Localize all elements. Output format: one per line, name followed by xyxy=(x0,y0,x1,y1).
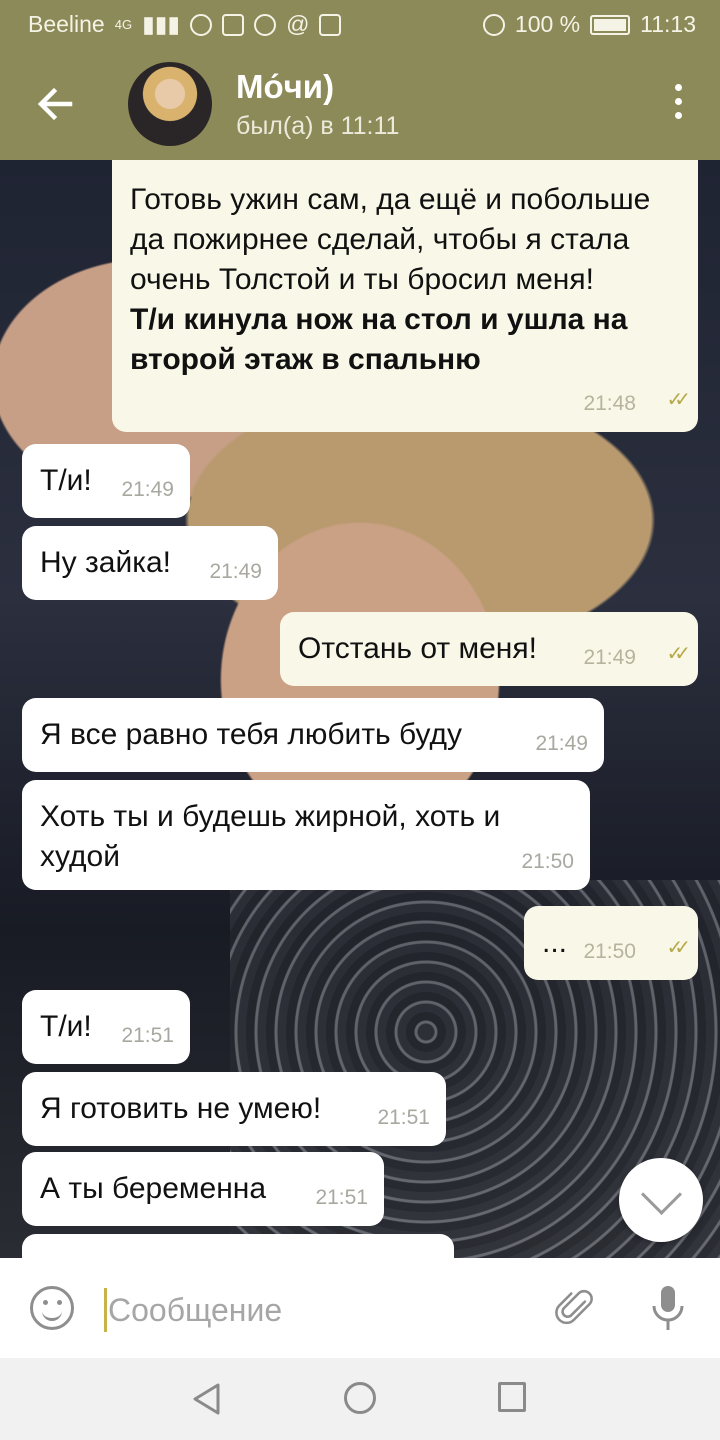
chat-header: Мо́чи) был(а) в 11:11 xyxy=(0,48,720,160)
message-in-partial[interactable] xyxy=(22,1234,454,1258)
message-input[interactable] xyxy=(108,1286,528,1334)
battery-icon xyxy=(590,14,631,35)
read-check-icon: ✓✓ xyxy=(666,643,690,665)
read-check-icon: ✓✓ xyxy=(666,937,690,959)
back-arrow-svg xyxy=(37,87,73,121)
text-cursor xyxy=(104,1288,107,1332)
alarm-icon xyxy=(482,13,505,36)
battery-percent: 100 % xyxy=(514,11,581,37)
last-seen: был(а) в 11:11 xyxy=(236,112,400,140)
chat-area[interactable]: Готовь ужин сам, да ещё и побольше да по… xyxy=(0,160,720,1258)
message-in[interactable]: Я готовить не умею! 21:51 xyxy=(22,1072,446,1146)
message-in[interactable]: Хоть ты и будешь жирной, хоть и худой 21… xyxy=(22,780,590,890)
message-bold-text: Т/и кинула нож на стол и ушла на второй … xyxy=(130,303,628,376)
message-in[interactable]: Я все равно тебя любить буду 21:49 xyxy=(22,698,604,772)
scroll-down-button[interactable] xyxy=(619,1158,703,1242)
nav-back-icon[interactable] xyxy=(190,1382,224,1416)
more-vertical-icon[interactable] xyxy=(666,84,690,128)
message-text: Хоть ты и будешь жирной, хоть и худой xyxy=(40,800,501,873)
message-out[interactable]: Готовь ужин сам, да ещё и побольше да по… xyxy=(112,160,698,432)
message-in[interactable]: Ну зайка! 21:49 xyxy=(22,526,278,600)
message-time: 21:49 xyxy=(209,560,262,583)
status-left: Beeline 4G ▮▮▮ @ xyxy=(28,11,342,38)
status-right: 100 % 11:13 xyxy=(482,11,696,38)
system-nav-bar xyxy=(0,1358,720,1440)
umbrella-icon xyxy=(254,13,277,36)
arrow-left-icon[interactable] xyxy=(30,78,82,130)
smile-icon[interactable] xyxy=(30,1286,74,1330)
nav-home-icon[interactable] xyxy=(344,1382,376,1414)
search-icon xyxy=(190,13,213,36)
message-out[interactable]: Отстань от меня! 21:49 ✓✓ xyxy=(280,612,698,686)
nav-back-svg xyxy=(193,1383,220,1415)
message-time: 21:51 xyxy=(377,1106,430,1129)
at-icon: @ xyxy=(286,11,310,37)
status-bar: Beeline 4G ▮▮▮ @ 100 % 11:13 xyxy=(0,0,720,48)
signal-icon: ▮▮▮ xyxy=(142,11,181,37)
message-time: 21:49 xyxy=(121,478,174,501)
message-in[interactable]: Т/и! 21:51 xyxy=(22,990,190,1064)
message-out[interactable]: ... 21:50 ✓✓ xyxy=(524,906,698,980)
message-time: 21:51 xyxy=(121,1024,174,1047)
message-time: 21:51 xyxy=(315,1186,368,1209)
paperclip-svg xyxy=(555,1289,593,1325)
message-in[interactable]: Т/и! 21:49 xyxy=(22,444,190,518)
paperclip-icon[interactable] xyxy=(552,1284,600,1332)
carrier-label: Beeline xyxy=(28,11,105,37)
chevron-down-icon xyxy=(640,1173,683,1216)
microphone-icon[interactable] xyxy=(644,1282,692,1334)
image-icon xyxy=(222,13,245,36)
message-text: Готовь ужин сам, да ещё и побольше да по… xyxy=(130,183,651,296)
message-time: 21:50 xyxy=(521,850,574,873)
message-time: 21:50 xyxy=(583,940,636,963)
nav-recent-apps-icon[interactable] xyxy=(498,1382,526,1412)
message-time: 21:49 xyxy=(583,646,636,669)
clock: 11:13 xyxy=(640,11,696,37)
message-text: Я готовить не умею! xyxy=(40,1092,322,1125)
message-time: 21:48 xyxy=(583,392,636,415)
network-label: 4G xyxy=(114,17,133,32)
message-text: Я все равно тебя любить буду xyxy=(40,718,463,751)
message-composer xyxy=(0,1258,720,1358)
message-in[interactable]: А ты беременна 21:51 xyxy=(22,1152,384,1226)
avatar[interactable] xyxy=(128,62,212,146)
upload-icon xyxy=(319,13,342,36)
message-time: 21:49 xyxy=(535,732,588,755)
read-check-icon: ✓✓ xyxy=(666,389,690,411)
contact-name[interactable]: Мо́чи) xyxy=(236,68,334,106)
microphone-svg xyxy=(652,1286,684,1330)
